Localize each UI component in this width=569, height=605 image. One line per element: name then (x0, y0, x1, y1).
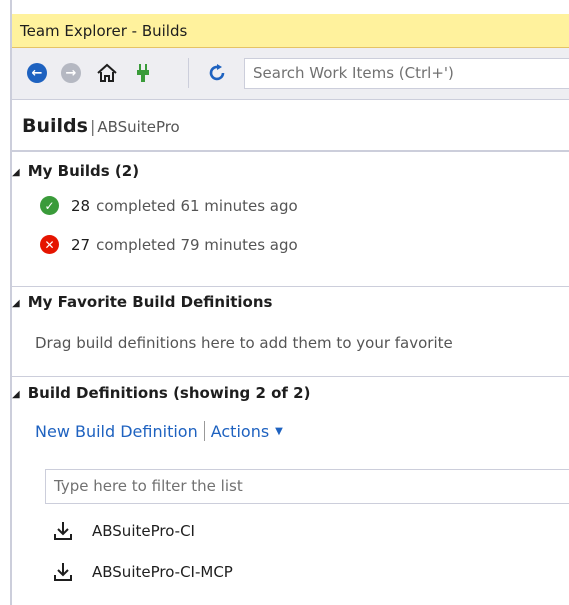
home-button[interactable] (96, 62, 118, 84)
forward-arrow-icon: → (61, 63, 81, 83)
build-status-text: completed 79 minutes ago (96, 235, 298, 254)
build-status-text: completed 61 minutes ago (96, 196, 298, 215)
build-number: 27 (71, 235, 91, 254)
refresh-button[interactable] (206, 62, 228, 84)
chevron-down-icon[interactable]: ▼ (275, 426, 283, 437)
refresh-icon (209, 64, 225, 81)
success-check-icon: ✓ (40, 196, 59, 215)
toolbar-separator (188, 58, 189, 88)
search-placeholder: Search Work Items (Ctrl+') (253, 64, 454, 82)
favorites-section-header[interactable]: ◢ My Favorite Build Definitions (12, 293, 272, 311)
definitions-section-header[interactable]: ◢ Build Definitions (showing 2 of 2) (12, 384, 310, 402)
build-item[interactable]: ✓ 28 completed 61 minutes ago (40, 196, 298, 215)
toolbar: ← → Search Work Items (Ctrl+') (12, 48, 569, 100)
favorites-hint: Drag build definitions here to add them … (35, 334, 453, 352)
home-icon (97, 63, 117, 82)
build-number: 28 (71, 196, 91, 215)
my-builds-heading: My Builds (2) (27, 162, 140, 180)
search-work-items-input[interactable]: Search Work Items (Ctrl+') (244, 58, 569, 89)
my-builds-section-header[interactable]: ◢ My Builds (2) (12, 162, 139, 180)
window-title-bar: Team Explorer - Builds (12, 14, 569, 48)
build-definition-item[interactable]: ABSuitePro-CI (52, 520, 195, 542)
failure-x-icon: ✕ (40, 235, 59, 254)
build-definition-name: ABSuitePro-CI-MCP (92, 563, 233, 581)
back-button[interactable]: ← (26, 62, 48, 84)
team-explorer-window: Team Explorer - Builds ← → Search Work I… (0, 0, 569, 605)
window-title: Team Explorer - Builds (20, 22, 188, 40)
favorites-heading: My Favorite Build Definitions (27, 293, 273, 311)
header-separator: | (89, 117, 96, 136)
build-definition-name: ABSuitePro-CI (92, 522, 195, 540)
filter-placeholder: Type here to filter the list (54, 477, 243, 495)
collapse-triangle-icon: ◢ (12, 298, 20, 309)
build-definition-item[interactable]: ABSuitePro-CI-MCP (52, 561, 233, 583)
build-item[interactable]: ✕ 27 completed 79 minutes ago (40, 235, 298, 254)
page-title: Builds (22, 115, 88, 137)
plug-icon (137, 64, 149, 82)
section-divider (12, 376, 569, 377)
collapse-triangle-icon: ◢ (12, 389, 20, 400)
back-arrow-icon: ← (27, 63, 47, 83)
section-divider (12, 286, 569, 287)
actions-link[interactable]: Actions (211, 422, 269, 441)
forward-button[interactable]: → (60, 62, 82, 84)
window-left-edge (0, 0, 12, 605)
build-definition-icon (54, 522, 72, 540)
filter-list-input[interactable]: Type here to filter the list (45, 469, 569, 504)
build-definition-icon (54, 563, 72, 581)
connect-button[interactable] (132, 62, 154, 84)
definition-actions: New Build Definition Actions ▼ (35, 421, 283, 441)
new-build-definition-link[interactable]: New Build Definition (35, 422, 198, 441)
page-header: Builds | ABSuitePro (12, 100, 569, 152)
collapse-triangle-icon: ◢ (12, 167, 20, 178)
link-separator (203, 421, 205, 441)
project-name: ABSuitePro (97, 118, 180, 136)
definitions-heading: Build Definitions (showing 2 of 2) (27, 384, 311, 402)
